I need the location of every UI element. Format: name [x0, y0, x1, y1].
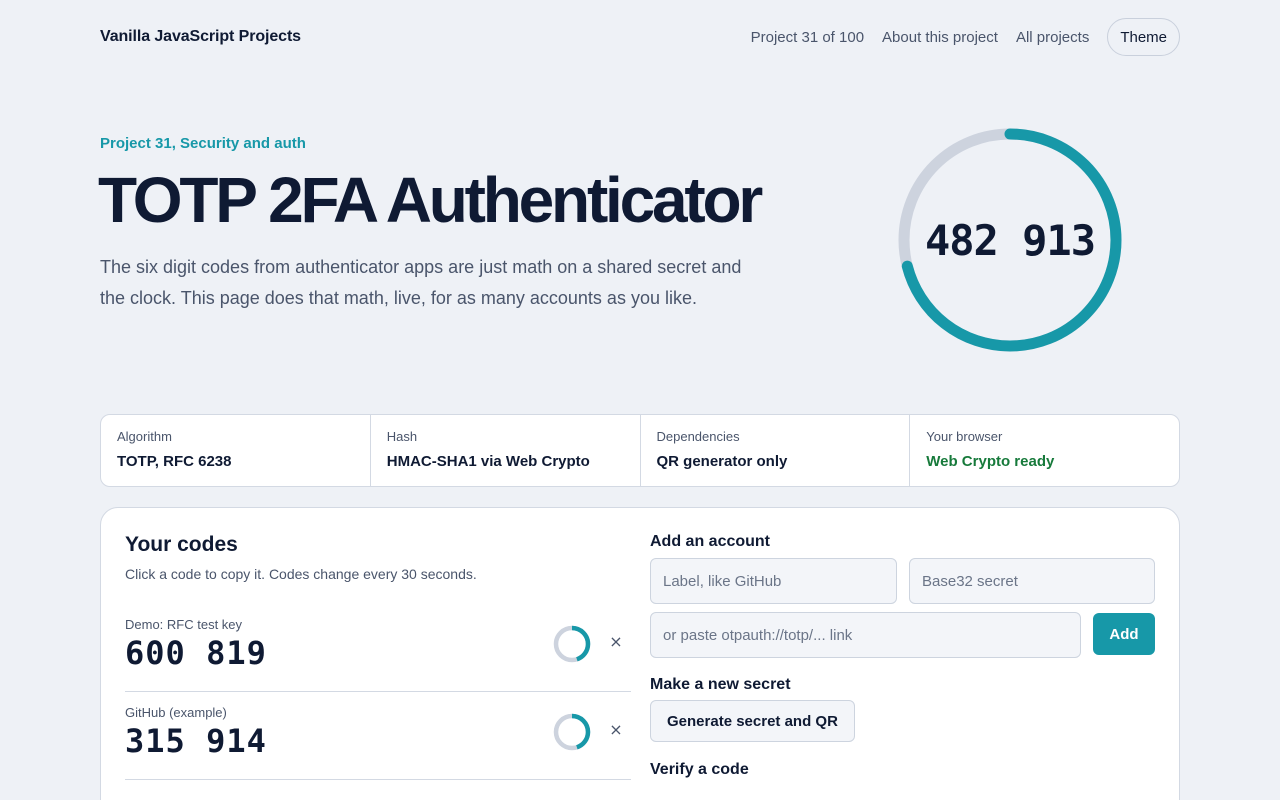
- about-link[interactable]: About this project: [882, 29, 998, 46]
- verify-title: Verify a code: [650, 761, 749, 778]
- project-counter-link[interactable]: Project 31 of 100: [751, 29, 864, 46]
- info-value: QR generator only: [656, 453, 788, 470]
- info-dependencies: Dependencies QR generator only: [641, 415, 911, 486]
- brand-title[interactable]: Vanilla JavaScript Projects: [100, 28, 301, 46]
- add-account-title: Add an account: [650, 533, 771, 550]
- codes-title: Your codes: [125, 533, 238, 556]
- theme-button[interactable]: Theme: [1107, 18, 1180, 56]
- info-strip: Algorithm TOTP, RFC 6238 Hash HMAC-SHA1 …: [100, 414, 1180, 487]
- page-description: The six digit codes from authenticator a…: [100, 257, 742, 308]
- info-browser: Your browser Web Crypto ready: [910, 415, 1179, 486]
- info-label: Hash: [386, 429, 418, 444]
- code-countdown-ring: [553, 625, 591, 663]
- browser-status: Web Crypto ready: [926, 453, 1055, 470]
- info-label: Your browser: [926, 429, 1003, 444]
- hero-countdown-ring: 482 913: [895, 125, 1125, 355]
- generate-secret-button[interactable]: Generate secret and QR: [650, 700, 855, 742]
- code-countdown-ring: [553, 713, 591, 751]
- info-value: HMAC-SHA1 via Web Crypto: [386, 453, 590, 470]
- account-code[interactable]: 600 819: [125, 634, 267, 672]
- main-card: Your codes Click a code to copy it. Code…: [100, 507, 1180, 800]
- account-label: Demo: RFC test key: [125, 617, 243, 632]
- code-row: GitHub (example) 315 914 ×: [125, 692, 631, 780]
- page-title: TOTP 2FA Authenticator: [98, 164, 763, 236]
- top-bar: Vanilla JavaScript Projects Project 31 o…: [100, 18, 1180, 56]
- all-projects-link[interactable]: All projects: [1016, 29, 1089, 46]
- secret-input[interactable]: [909, 558, 1155, 604]
- info-value: TOTP, RFC 6238: [117, 453, 232, 470]
- info-algorithm: Algorithm TOTP, RFC 6238: [101, 415, 371, 486]
- add-account-panel: Add an account Add Make a new secret Gen…: [650, 508, 1156, 800]
- account-code[interactable]: 315 914: [125, 722, 267, 760]
- account-label: GitHub (example): [125, 705, 227, 720]
- code-row: Demo: RFC test key 600 819 ×: [125, 604, 631, 692]
- project-eyebrow: Project 31, Security and auth: [100, 135, 306, 152]
- new-secret-title: Make a new secret: [650, 676, 791, 693]
- remove-account-button[interactable]: ×: [605, 719, 627, 741]
- info-label: Algorithm: [117, 429, 172, 444]
- info-label: Dependencies: [656, 429, 740, 444]
- info-hash: Hash HMAC-SHA1 via Web Crypto: [371, 415, 641, 486]
- codes-subtitle: Click a code to copy it. Codes change ev…: [125, 566, 477, 582]
- top-nav: Project 31 of 100 About this project All…: [751, 18, 1180, 56]
- otpauth-uri-input[interactable]: [650, 612, 1081, 658]
- add-account-button[interactable]: Add: [1093, 613, 1155, 655]
- remove-account-button[interactable]: ×: [605, 631, 627, 653]
- account-label-input[interactable]: [650, 558, 897, 604]
- current-code: 482 913: [924, 215, 1096, 265]
